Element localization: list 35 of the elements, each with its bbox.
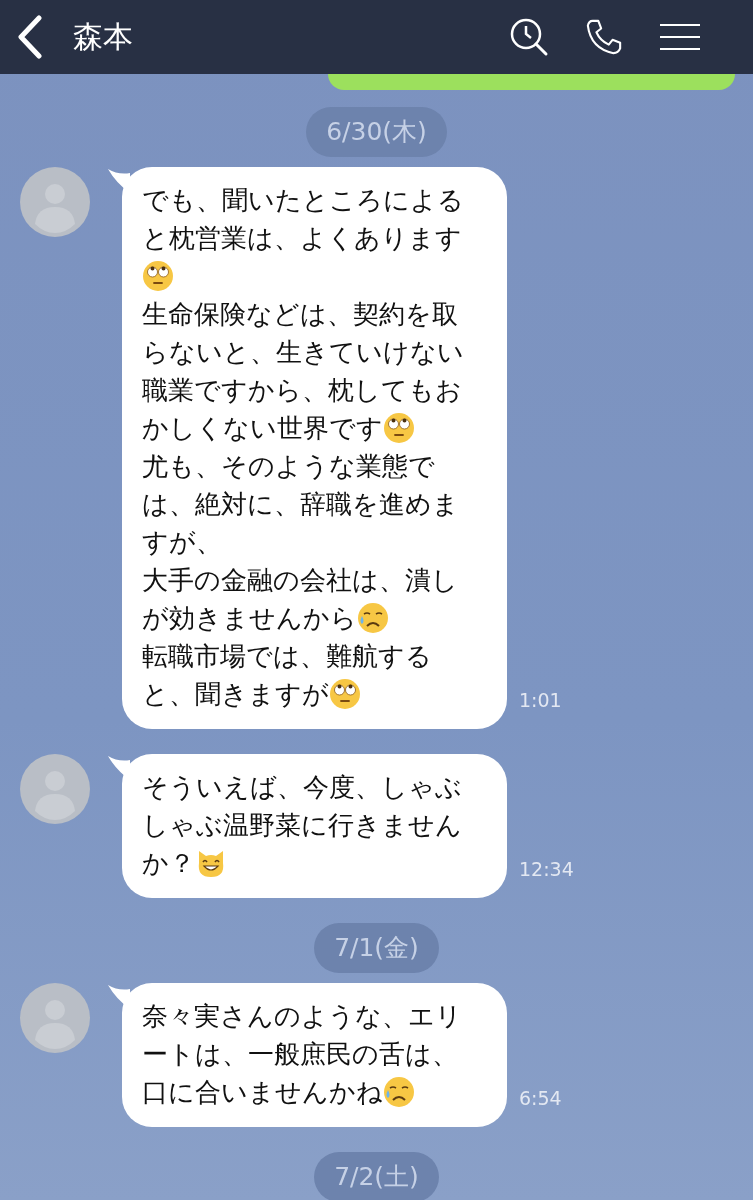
back-icon[interactable] <box>17 15 43 59</box>
message-text: らないと、生きていけない <box>142 336 464 369</box>
message-text: すが、 <box>142 526 222 559</box>
message-text: 口に合いませんかね <box>142 1076 383 1109</box>
message-text: しゃぶ温野菜に行きません <box>142 809 462 842</box>
message-text: か？ <box>142 847 195 880</box>
message-text: と枕営業は、よくあります <box>142 222 462 255</box>
message-text: と、聞きますが <box>142 678 329 711</box>
message-text: ートは、一般庶民の舌は、 <box>142 1038 458 1071</box>
date-label: 6/30(木) <box>306 107 447 157</box>
message-text: 職業ですから、枕してもお <box>142 374 462 407</box>
chat-title: 森本 <box>73 17 133 56</box>
sad-emoji-icon <box>383 1076 415 1108</box>
phone-icon[interactable] <box>585 18 623 56</box>
eye-roll-emoji-icon <box>383 412 415 444</box>
date-label: 7/1(金) <box>314 923 439 973</box>
message-text: かしくない世界です <box>142 412 383 445</box>
date-label: 7/2(土) <box>314 1152 439 1200</box>
eye-roll-emoji-icon <box>329 678 361 710</box>
message-text: が効きませんから <box>142 602 357 635</box>
message-time: 12:34 <box>519 858 574 880</box>
message-text: 奈々実さんのような、エリ <box>142 1000 462 1033</box>
message-text: でも、聞いたところによる <box>142 184 464 217</box>
search-icon[interactable] <box>509 17 549 57</box>
sad-emoji-icon <box>357 602 389 634</box>
message-text: 大手の金融の会社は、潰し <box>142 564 458 597</box>
message-text: 生命保険などは、契約を取 <box>142 298 458 331</box>
message-text: 尤も、そのような業態で <box>142 450 435 483</box>
message-text: そういえば、今度、しゃぶ <box>142 771 462 804</box>
message-time: 1:01 <box>519 689 562 711</box>
eye-roll-emoji-icon <box>142 260 174 292</box>
message-time: 6:54 <box>519 1087 562 1109</box>
message-text: 転職市場では、難航する <box>142 640 432 673</box>
message-text: は、絶対に、辞職を進めま <box>142 488 459 521</box>
menu-icon[interactable] <box>659 22 701 52</box>
